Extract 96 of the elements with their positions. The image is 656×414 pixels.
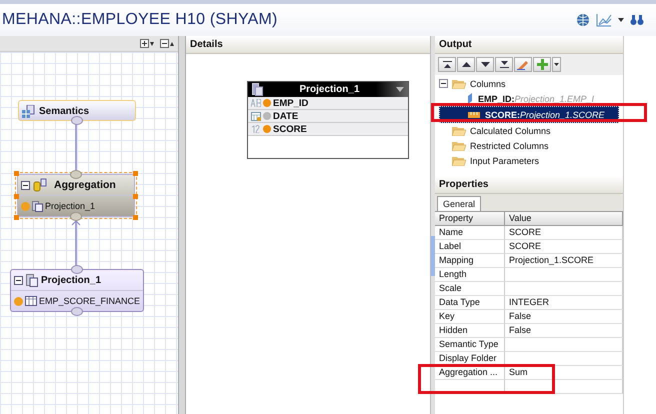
tree-item[interactable]: Input Parameters [470, 156, 540, 166]
column-name: EMP_ID: [478, 94, 515, 104]
column-name: EMP_ID [273, 98, 308, 108]
grid-icon [22, 104, 36, 118]
caret-icon[interactable] [618, 18, 624, 22]
folder-icon [452, 156, 466, 166]
plus-icon [536, 59, 548, 70]
move-bottom-icon [500, 61, 508, 68]
column-name: SCORE [273, 124, 307, 134]
table-cell: Key [435, 310, 505, 324]
caret-icon [554, 63, 559, 66]
table-cell: Semantic Type [435, 338, 505, 352]
table-cell: False [505, 310, 623, 324]
document-icon [26, 274, 38, 286]
table-cell: Name [435, 226, 505, 240]
dropdown-button[interactable] [552, 57, 561, 72]
column-mapping: Projection_1.EMP_I [514, 94, 594, 104]
table-cell: Mapping [435, 254, 505, 268]
move-top-icon [442, 61, 452, 68]
folder-icon [452, 126, 466, 136]
column-header[interactable]: Property [435, 212, 505, 226]
move-top-button[interactable] [438, 57, 456, 72]
status-dot-icon [14, 296, 23, 306]
tab[interactable]: General [437, 196, 482, 211]
table-cell: Display Folder [435, 352, 505, 366]
node-title: Semantics [39, 106, 90, 116]
splitter-bar[interactable] [431, 36, 435, 414]
folder-icon [452, 140, 466, 150]
binoculars-icon[interactable] [630, 14, 644, 26]
table-title: Projection_1 [298, 84, 361, 95]
collapse-icon[interactable] [439, 79, 448, 88]
status-dot-icon [21, 202, 30, 210]
pencil-icon [517, 60, 529, 70]
port-icon[interactable] [70, 212, 82, 221]
ruler-icon [468, 112, 480, 118]
collapse-all-button[interactable] [160, 39, 174, 48]
table-cell: Length [435, 268, 505, 282]
port-icon[interactable] [71, 265, 83, 274]
port-icon[interactable] [71, 307, 83, 316]
table-cell: Projection_1.SCORE [505, 254, 623, 268]
input-label: Projection_1 [45, 201, 96, 211]
table-cell: Scale [435, 282, 505, 296]
table-cell: INTEGER [505, 296, 623, 310]
collapse-icon[interactable] [21, 180, 30, 190]
splitter-grip[interactable] [431, 236, 435, 276]
table-cell: Sum [505, 366, 623, 380]
table-cell: Data Type [435, 296, 505, 310]
down-arrow-icon [480, 62, 490, 67]
expand-all-button[interactable] [140, 39, 154, 48]
document-icon [252, 83, 263, 96]
node-title: Projection_1 [41, 274, 102, 286]
panel-title: Details [190, 39, 223, 50]
tree-item[interactable]: Calculated Columns [470, 126, 551, 136]
calendar-icon [251, 112, 261, 120]
column-header[interactable]: Value [505, 212, 623, 226]
column-name: DATE [273, 110, 298, 122]
cylinder-icon [33, 178, 47, 192]
collapse-icon[interactable] [14, 276, 23, 284]
move-bottom-button[interactable] [495, 57, 513, 72]
table-cell: SCORE [505, 226, 623, 240]
table-icon [25, 296, 37, 306]
tree-item[interactable]: Restricted Columns [470, 140, 549, 150]
selection-handle[interactable] [14, 215, 19, 220]
selection-handle[interactable] [14, 171, 19, 176]
input-label: EMP_SCORE_FINANCE [39, 296, 140, 306]
panel-title: Output [439, 39, 472, 50]
port-icon[interactable] [70, 170, 82, 179]
key-column-icon [467, 93, 473, 104]
selection-handle[interactable] [133, 171, 138, 176]
table-cell: Aggregation ... [435, 366, 505, 380]
node-title: Aggregation [54, 179, 116, 191]
table-cell: Hidden [435, 324, 505, 338]
port-icon[interactable] [71, 116, 83, 125]
move-down-button[interactable] [476, 57, 494, 72]
number-type-icon [251, 125, 261, 133]
column-mapping: Projection_1.SCORE [520, 110, 605, 120]
document-icon [32, 200, 43, 212]
selection-handle[interactable] [133, 194, 138, 199]
move-up-button[interactable] [457, 57, 475, 72]
edit-button[interactable] [514, 57, 532, 72]
selection-handle[interactable] [14, 194, 19, 199]
chart-icon[interactable] [596, 13, 612, 27]
tree-item[interactable]: Columns [470, 78, 506, 88]
panel-title: Properties [439, 179, 488, 190]
output-column-item[interactable]: EMP_ID:Projection_1.EMP_I [439, 91, 623, 106]
up-arrow-icon [462, 62, 470, 67]
column-name: SCORE: [485, 110, 520, 120]
table-cell: SCORE [505, 240, 623, 254]
selection-handle[interactable] [133, 215, 138, 220]
globe-icon[interactable] [576, 13, 590, 27]
table-cell: Label [435, 240, 505, 254]
dropdown-icon[interactable] [396, 87, 404, 92]
window-title: MEHANA::EMPLOYEE H10 (SHYAM) [2, 11, 278, 29]
folder-icon [452, 78, 466, 88]
text-type-icon [251, 99, 261, 107]
table-cell: False [505, 324, 623, 338]
